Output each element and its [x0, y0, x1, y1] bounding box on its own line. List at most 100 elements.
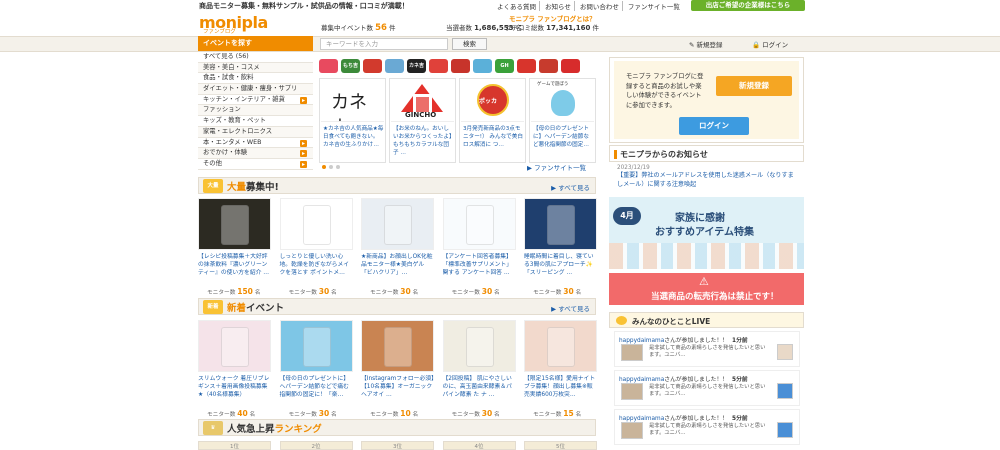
brand-logo[interactable]: [385, 59, 404, 73]
expand-icon[interactable]: ▸: [300, 160, 307, 168]
ranking-tab[interactable]: 4位: [442, 441, 516, 450]
category-label: 美容・美白・コスメ: [203, 63, 260, 71]
fansite-card[interactable]: GINCHO 【お米のねん。おいしいお米からつくったよ】もちもちカラフルな団子 …: [389, 78, 456, 163]
monitor-count: モニター数 10 名: [370, 409, 419, 418]
crown-icon: ♛: [203, 421, 223, 435]
brand-logo[interactable]: カネ吉: [407, 59, 426, 73]
feature-banner[interactable]: 4月 家族に感謝 おすすめアイテム特集: [609, 197, 804, 269]
brand-logo[interactable]: [429, 59, 448, 73]
see-all-link[interactable]: ▶ すべて見る: [551, 303, 590, 313]
monitor-count: モニター数 30 名: [451, 409, 500, 418]
brand-logo[interactable]: [561, 59, 580, 73]
brand-logo[interactable]: [451, 59, 470, 73]
lock-icon: 🔒: [752, 41, 763, 49]
fansite-card[interactable]: カネ吉 ★カネ吉の人気商品★毎日食べても飽きない。カネ吉の生ふりかけ…: [319, 78, 386, 163]
category-item[interactable]: おでかけ・体験 ▸: [198, 148, 313, 159]
fansite-list-link[interactable]: ファンサイト一覧: [625, 1, 683, 11]
live-item[interactable]: happydaimamaさんが参加しました！！ 1分前 是非試して商品の素晴らしさを…: [614, 331, 800, 367]
product-card[interactable]: 睡眠時間に着目し、寝ている3間の肌にアプローチ✨「スリーピング … モニター数 3…: [524, 198, 597, 296]
brand-logo[interactable]: [319, 59, 338, 73]
fansite-image: カネ吉: [321, 80, 384, 122]
expand-icon[interactable]: ▸: [300, 150, 307, 158]
category-item[interactable]: 家電・エレクトロニクス: [198, 126, 313, 138]
live-item[interactable]: happydaimamaさんが参加しました！！ 5分前 是非試して商品の素晴らしさを…: [614, 370, 800, 406]
product-image: [198, 320, 271, 372]
search-input[interactable]: キーワードを入力: [320, 38, 448, 50]
ranking-tab[interactable]: 2位: [279, 441, 353, 450]
product-card[interactable]: ★新商品】お顔出しOK化粧品モニター様★美白ゲル「ビハクリア」… モニター数 30…: [361, 198, 434, 296]
product-card[interactable]: 【限定15名様】愛用ナイトブラ募集！顔出し募集※販売実績600万枚突… モニター数…: [524, 320, 597, 418]
category-item[interactable]: すべて見る (56): [198, 52, 313, 63]
event-search-tab[interactable]: イベントを探す: [198, 36, 313, 51]
avatar: [621, 344, 643, 361]
ranking-tab[interactable]: 3位: [361, 441, 434, 450]
category-label: キッズ・教育・ペット: [203, 117, 266, 125]
brand-logo[interactable]: [517, 59, 536, 73]
category-label: ファッション: [203, 106, 241, 114]
product-image: [442, 320, 516, 372]
live-user: happydaimamaさんが参加しました！！ 5分前: [619, 377, 748, 383]
category-item[interactable]: 食品・試食・飲料: [198, 73, 313, 85]
brand-logo[interactable]: GH: [495, 59, 514, 73]
new-badge: 新着: [203, 300, 223, 314]
avatar: [621, 383, 643, 400]
product-image: [442, 198, 516, 250]
product-card[interactable]: 【2回投稿】 肌にやさしいのに、高玉菌由来酵素＆パパイン酵素 た ナ … モニター…: [442, 320, 516, 418]
site-tagline: 商品モニター募集・無料サンプル・試供品の情報・口コミが満載！: [199, 2, 409, 10]
live-item[interactable]: happydaimamaさんが参加しました！！ 5分前 是非試して商品の素晴らしさを…: [614, 409, 800, 445]
product-card[interactable]: スリムウォーク 着圧リブレギンス＋着用画像投稿募集★（40名様募集） モニター数 …: [198, 320, 271, 418]
register-link[interactable]: ✎ 新規登録: [689, 39, 723, 49]
monitor-count: モニター数 40 名: [207, 409, 256, 418]
product-image: [361, 198, 434, 250]
corporate-button[interactable]: 出店ご希望の企業様はこちら: [691, 0, 805, 11]
product-image: [279, 320, 353, 372]
register-button[interactable]: 新規登録: [716, 76, 792, 96]
category-item[interactable]: ファッション: [198, 105, 313, 117]
warning-banner[interactable]: ⚠ 当選商品の転売行為は禁止です！: [609, 273, 804, 305]
see-all-link[interactable]: ▶ すべて見る: [551, 182, 590, 192]
fansite-card[interactable]: ポッカ 3月発売新商品の3点モニター!） みんなで美白ロス解消に つ…: [459, 78, 526, 163]
category-item[interactable]: ダイエット・健康・痩身・サプリ: [198, 84, 313, 95]
category-item[interactable]: 美容・美白・コスメ: [198, 62, 313, 74]
brand-logo[interactable]: [363, 59, 382, 73]
fansite-card[interactable]: ゲームで遊ぼう 【母の日のプレゼントに】ヘパーデン結節など悪化指関節の固定…: [529, 78, 596, 163]
product-desc: しっとりと優しい洗い心地。乾燥を防ぎながらメイクを落とす ポイントメ…: [279, 254, 350, 277]
monitor-count: モニター数 30 名: [288, 409, 337, 418]
login-button[interactable]: ログイン: [679, 117, 749, 135]
fansite-desc: 【お米のねん。おいしいお米からつくったよ】もちもちカラフルな団子 …: [393, 126, 452, 156]
ranking-tab[interactable]: 1位: [198, 441, 271, 450]
product-card[interactable]: 【Instagramフォロー必須】【10名募集】オーガニックヘアオイ … モニター…: [361, 320, 434, 418]
category-item[interactable]: その他 ▸: [198, 158, 313, 170]
product-desc: スリムウォーク 着圧リブレギンス＋着用画像投稿募集★（40名様募集）: [198, 376, 270, 399]
expand-icon[interactable]: ▸: [300, 96, 307, 104]
nav-band: [0, 36, 1000, 52]
contact-link[interactable]: お問い合わせ: [577, 1, 623, 11]
search-button[interactable]: 検索: [452, 38, 487, 50]
product-card[interactable]: 【アンケート回答者募集】「標準改善サプリメント」関する アンケート回答 … モニタ…: [442, 198, 516, 296]
category-label: その他: [203, 159, 222, 167]
ranking-tab[interactable]: 5位: [524, 441, 597, 450]
monitor-count: モニター数 30 名: [451, 287, 500, 296]
product-card[interactable]: 【レシピ投稿募集＋大好評の抹茶飲料『濃いグリーンティー』の使い方を紹介 … モニタ…: [198, 198, 271, 296]
product-card[interactable]: しっとりと優しい洗い心地。乾燥を防ぎながらメイクを落とす ポイントメ… モニター数…: [279, 198, 353, 296]
category-label: おでかけ・体験: [203, 149, 248, 157]
category-item[interactable]: キッズ・教育・ペット: [198, 116, 313, 127]
expand-icon[interactable]: ▸: [300, 139, 307, 147]
live-comment: 是非試して商品の素晴らしさを発信したいと思います。ユニバ…: [649, 384, 766, 397]
product-desc: 睡眠時間に着目し、寝ている3間の肌にアプローチ✨「スリーピング …: [524, 254, 594, 277]
brand-logo[interactable]: [473, 59, 492, 73]
product-desc: 【アンケート回答者募集】「標準改善サプリメント」関する アンケート回答 …: [442, 254, 513, 277]
product-card[interactable]: 【母の日のプレゼントに】ヘパーデン結節などで痛む指関節の固定に！「楽… モニター数…: [279, 320, 353, 418]
login-link[interactable]: 🔒 ログイン: [752, 39, 788, 49]
carousel-dots[interactable]: [322, 165, 340, 169]
category-item[interactable]: 本・エンタメ・WEB ▸: [198, 137, 313, 149]
notice-link[interactable]: 【重要】弊社のメールアドレスを使用した迷惑メール（なりすましメール）に関する注意…: [617, 172, 797, 189]
category-item[interactable]: キッチン・インテリア・雑貨 ▸: [198, 94, 313, 106]
category-sidebar: すべて見る (56) 美容・美白・コスメ食品・試食・飲料 ダイエット・健康・痩身・サ…: [198, 52, 313, 170]
brand-logo[interactable]: [539, 59, 558, 73]
product-desc: 【Instagramフォロー必須】【10名募集】オーガニックヘアオイ …: [361, 376, 434, 399]
brand-logo[interactable]: もち吉: [341, 59, 360, 73]
fansite-list-more[interactable]: ▶ ファンサイト一覧: [527, 162, 586, 172]
faq-link[interactable]: よくある質問: [494, 1, 540, 11]
news-link[interactable]: お知らせ: [542, 1, 575, 11]
